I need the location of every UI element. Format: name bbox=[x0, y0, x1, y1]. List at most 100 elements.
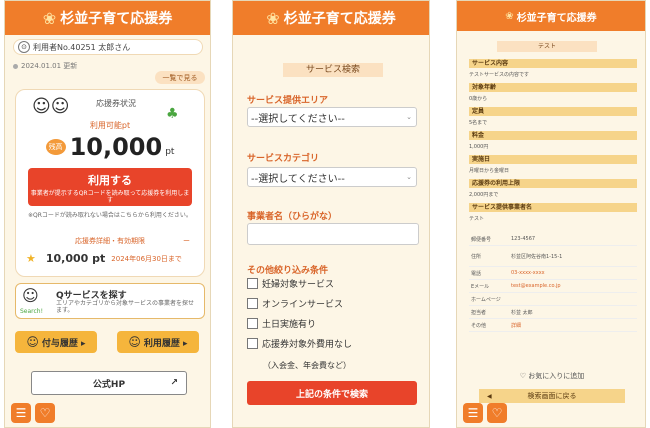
section-header: 応援券の利用上限 bbox=[469, 179, 637, 188]
table-row: Eメール test@example.co.jp bbox=[469, 280, 637, 293]
section-value: 1,000円 bbox=[469, 144, 489, 150]
email-link[interactable]: test@example.co.jp bbox=[511, 283, 561, 289]
voucher-status-card: ☺☺ 応援券状況 ♣ 利用可能pt 残高 10,000 pt 利用する 事業者が… bbox=[15, 89, 205, 277]
app-title: 杉並子育て応援券 bbox=[60, 11, 173, 27]
section-header: 料金 bbox=[469, 131, 637, 140]
table-key: Eメール bbox=[471, 283, 490, 290]
external-link-icon: ↗ bbox=[170, 378, 178, 388]
checkbox[interactable] bbox=[247, 338, 258, 349]
table-key: 電話 bbox=[471, 270, 482, 277]
service-search-card[interactable]: ☺ Search! Qサービスを探す エリアやカテゴリから対象サービスの事業者を… bbox=[15, 283, 205, 319]
filter-note: （入会金、年会費など） bbox=[263, 361, 351, 370]
section-value: テストサービスの内容です bbox=[469, 72, 530, 78]
sprout-logo-icon: ❀ bbox=[505, 10, 514, 22]
usage-history-button[interactable]: ☺ 利用履歴 ▸ bbox=[117, 331, 199, 353]
checkbox[interactable] bbox=[247, 298, 258, 309]
list-view-label: 一覧で見る bbox=[162, 73, 198, 82]
service-name-pill: テスト bbox=[497, 41, 597, 52]
grant-history-button[interactable]: ☺ 付与履歴 ▸ bbox=[15, 331, 97, 353]
section-value: 月曜日から金曜日 bbox=[469, 168, 510, 174]
search-screen: ❀ 杉並子育て応援券 サービス検索 サービス提供エリア --選択してください--… bbox=[232, 0, 430, 428]
table-value: 123-4567 bbox=[511, 236, 536, 242]
mascot-icon: ☺☺ bbox=[32, 96, 70, 117]
voucher-points: 10,000 pt bbox=[45, 252, 106, 265]
app-header: ❀ 杉並子育て応援券 bbox=[233, 1, 429, 35]
back-to-search-label: 検索画面に戻る bbox=[527, 392, 577, 400]
table-row: 郵便番号 123-4567 bbox=[469, 233, 637, 246]
home-screen: ❀ 杉並子育て応援券 ⊙ 利用者No.40251 太郎さん 2024.01.01… bbox=[4, 0, 211, 428]
area-select[interactable]: --選択してください-- ⌄ bbox=[247, 107, 417, 127]
area-select-value: --選択してください-- bbox=[251, 113, 345, 125]
voucher-expiry: 2024年06月30日まで bbox=[111, 254, 182, 263]
filter-pregnant[interactable]: 妊婦対象サービス bbox=[247, 277, 334, 290]
list-view-button[interactable]: 一覧で見る bbox=[155, 71, 205, 84]
filter-weekend[interactable]: 土日実施有り bbox=[247, 317, 316, 330]
points-value: 10,000 bbox=[69, 133, 163, 161]
back-to-search-button[interactable]: ◀ 検索画面に戻る bbox=[479, 389, 625, 403]
points-display: 残高 10,000 pt bbox=[26, 130, 194, 164]
filter-label: オンラインサービス bbox=[262, 300, 344, 310]
search-submit-label: 上記の条件で検索 bbox=[295, 389, 368, 400]
menu-icon[interactable]: ☰ bbox=[463, 403, 483, 423]
checkbox[interactable] bbox=[247, 318, 258, 329]
provider-table: 郵便番号 123-4567 住所 杉並区阿佐谷南1-15-1 電話 03-xxxx-x… bbox=[469, 233, 637, 332]
app-title: 杉並子育て応援券 bbox=[516, 12, 597, 24]
chevron-down-icon: ⌄ bbox=[406, 113, 412, 121]
qr-note: ※QRコードが読み取れない場合はこちらから利用ください。 bbox=[28, 212, 192, 219]
business-name-input[interactable] bbox=[247, 223, 419, 245]
other-link[interactable]: 詳細 bbox=[511, 322, 521, 329]
official-hp-button[interactable]: 公式HP ↗ bbox=[31, 371, 187, 395]
card-title: 応援券状況 bbox=[96, 99, 136, 108]
section-header: 対象年齢 bbox=[469, 83, 637, 92]
use-button-title: 利用する bbox=[88, 174, 132, 187]
table-key: 住所 bbox=[471, 253, 482, 260]
table-row: 住所 杉並区阿佐谷南1-15-1 bbox=[469, 246, 637, 267]
section-value: テスト bbox=[469, 216, 485, 222]
business-name-label: 事業者名（ひらがな） bbox=[247, 212, 338, 222]
search-card-sub: エリアやカテゴリから対象サービスの事業者を探せます。 bbox=[56, 300, 195, 314]
star-icon: ★ bbox=[26, 252, 36, 265]
filter-online[interactable]: オンラインサービス bbox=[247, 297, 343, 310]
page-title: サービス検索 bbox=[283, 63, 383, 77]
filter-no-extra-fee[interactable]: 応援券対象外費用なし bbox=[247, 337, 352, 350]
heart-icon[interactable]: ♡ bbox=[487, 403, 507, 423]
usage-history-label: 利用履歴 ▸ bbox=[143, 338, 188, 349]
menu-icon[interactable]: ☰ bbox=[11, 403, 31, 423]
filters-label: その他絞り込み条件 bbox=[247, 266, 329, 276]
table-row: 電話 03-xxxx-xxxx bbox=[469, 267, 637, 280]
voucher-detail-link[interactable]: 応援券詳細・有効期限 ー bbox=[16, 236, 204, 246]
use-voucher-button[interactable]: 利用する 事業者が提示するQRコードを読み取って応援券を利用します bbox=[28, 168, 192, 206]
app-header: ❀ 杉並子育て応援券 bbox=[5, 1, 210, 35]
table-row: 担当者 杉並 太郎 bbox=[469, 306, 637, 319]
official-hp-label: 公式HP bbox=[92, 379, 126, 390]
section-value: 0歳から bbox=[469, 96, 488, 102]
section-header: 実施日 bbox=[469, 155, 637, 164]
table-key: その他 bbox=[471, 322, 487, 329]
section-value: 2,000円まで bbox=[469, 192, 499, 198]
phone-link[interactable]: 03-xxxx-xxxx bbox=[511, 270, 545, 276]
update-date: 2024.01.01 更新 bbox=[13, 61, 77, 71]
filter-label: 応援券対象外費用なし bbox=[262, 340, 353, 350]
collapse-icon[interactable]: ー bbox=[183, 236, 190, 246]
app-title: 杉並子育て応援券 bbox=[283, 11, 396, 27]
table-key: 担当者 bbox=[471, 309, 487, 316]
section-header: 定員 bbox=[469, 107, 637, 116]
checkbox[interactable] bbox=[247, 278, 258, 289]
category-label: サービスカテゴリ bbox=[247, 154, 320, 164]
section-value: 5名まで bbox=[469, 120, 488, 126]
detail-screen: ❀ 杉並子育て応援券 テスト サービス内容 テストサービスの内容です 対象年齢 … bbox=[456, 0, 646, 428]
dot-icon bbox=[13, 63, 18, 69]
search-submit-button[interactable]: 上記の条件で検索 bbox=[247, 381, 417, 405]
user-id-bar: ⊙ 利用者No.40251 太郎さん bbox=[13, 39, 203, 55]
points-unit: pt bbox=[165, 147, 175, 157]
voucher-detail-label: 応援券詳細・有効期限 bbox=[75, 237, 145, 245]
user-icon: ⊙ bbox=[18, 41, 30, 53]
filter-label: 土日実施有り bbox=[262, 320, 317, 330]
chevron-left-icon: ◀ bbox=[487, 392, 492, 400]
category-select[interactable]: --選択してください-- ⌄ bbox=[247, 167, 417, 187]
table-value: 杉並 太郎 bbox=[511, 309, 533, 316]
heart-icon[interactable]: ♡ bbox=[35, 403, 55, 423]
use-button-sub: 事業者が提示するQRコードを読み取って応援券を利用します bbox=[30, 190, 190, 204]
add-favorite-button[interactable]: ♡ お気に入りに追加 bbox=[457, 371, 645, 381]
mascot-icon: ☺ bbox=[26, 335, 39, 349]
